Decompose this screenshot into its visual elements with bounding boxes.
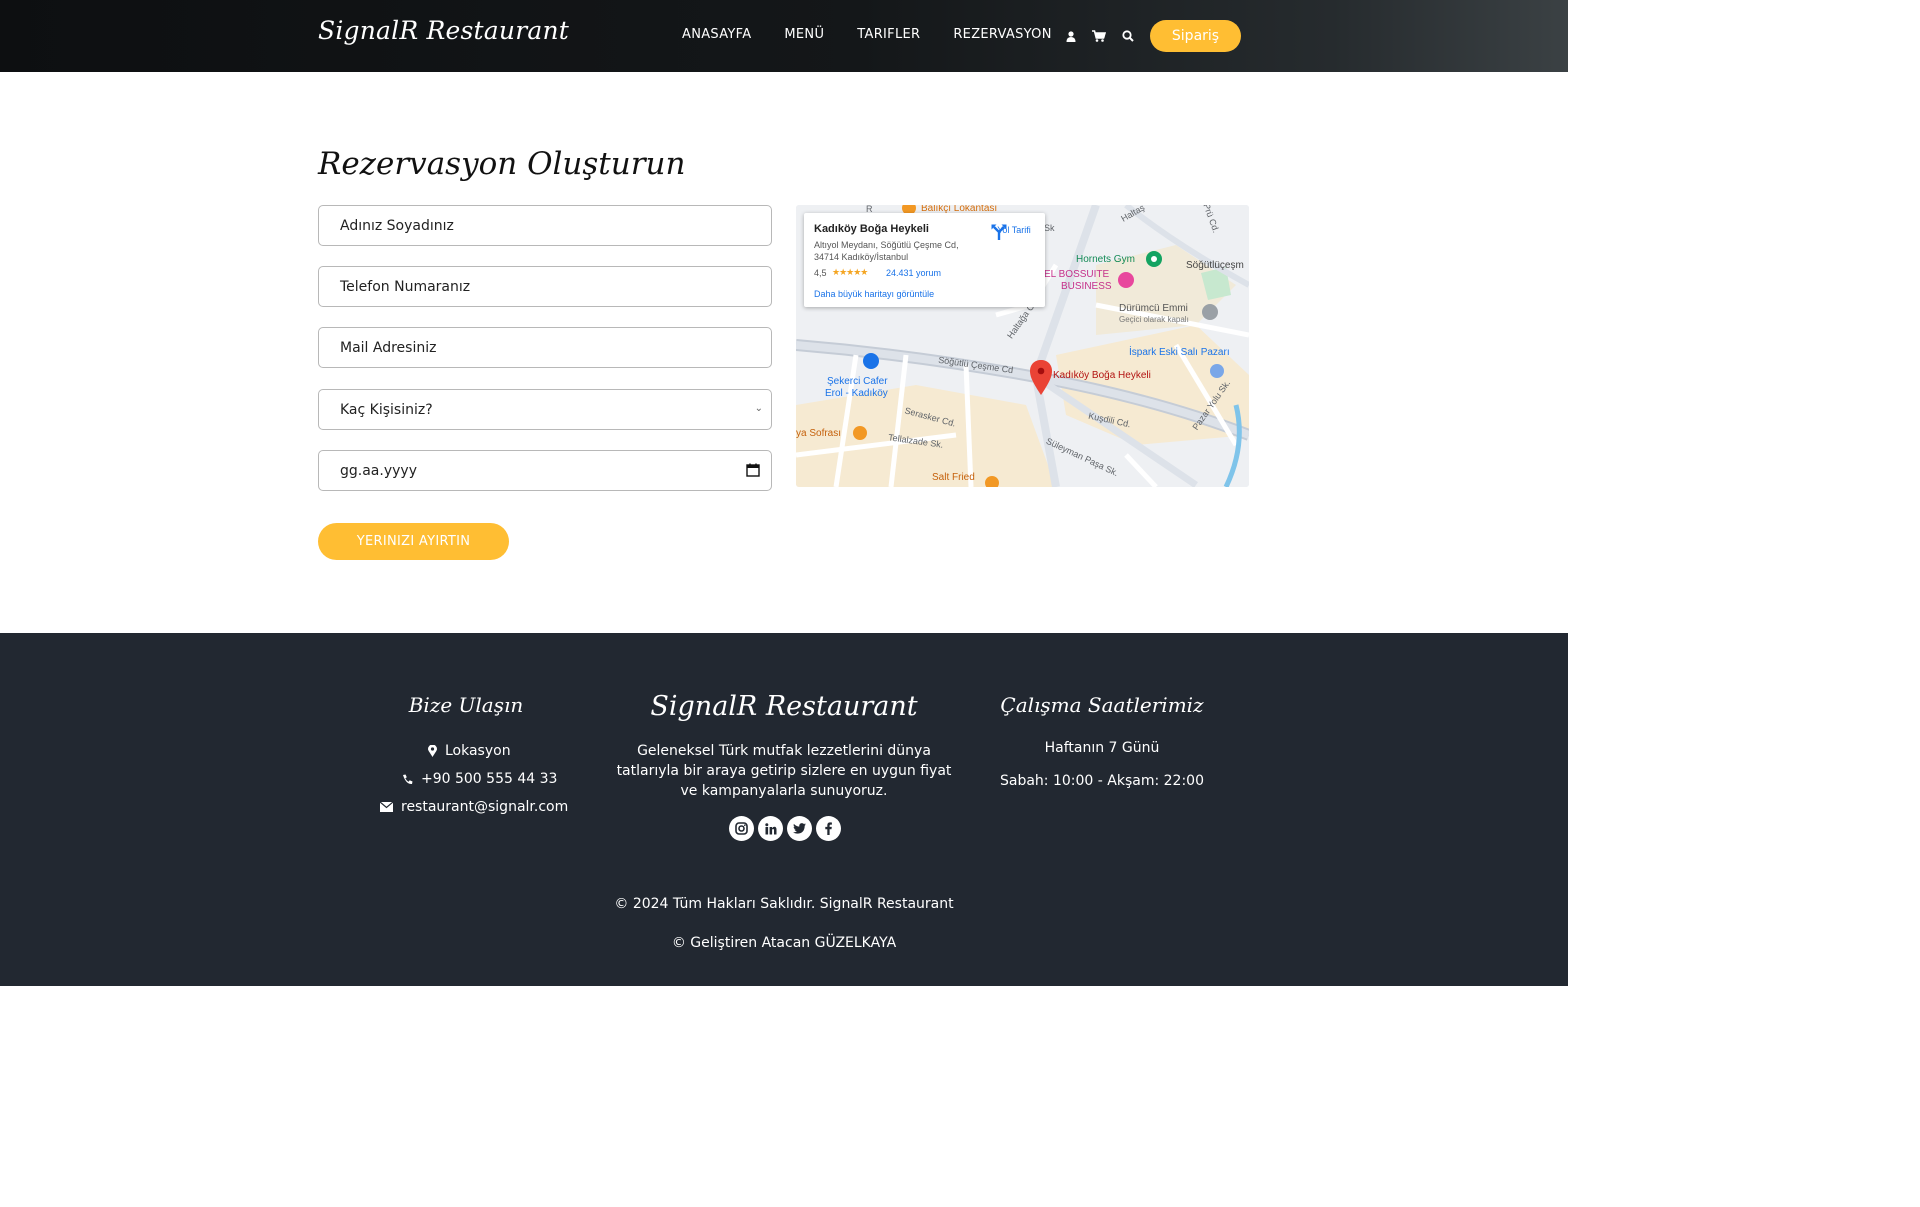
- search-icon[interactable]: [1119, 26, 1137, 46]
- facebook-icon[interactable]: [816, 816, 841, 841]
- contact-location-text: Lokasyon: [445, 743, 511, 759]
- map-directions-button[interactable]: Yol Tarifi: [990, 223, 1038, 240]
- calendar-icon[interactable]: [746, 463, 760, 477]
- map-label-saltfried: Salt Fried: [932, 472, 975, 483]
- hours-title: Çalışma Saatlerimiz: [1000, 693, 1204, 717]
- map-address-line-1: Altıyol Meydanı, Söğütlü Çeşme Cd,: [814, 240, 959, 250]
- footer-description-line-3: ve kampanyalarla sunuyoruz.: [680, 783, 888, 799]
- date-input[interactable]: gg.aa.yyyy: [318, 450, 772, 491]
- developer-credit: © Geliştiren Atacan GÜZELKAYA: [671, 935, 897, 951]
- phone-placeholder: Telefon Numaranız: [340, 278, 471, 295]
- map-label-bossuite: EL BOSSUITE: [1044, 269, 1110, 280]
- footer-brand: SignalR Restaurant: [650, 691, 918, 722]
- copyright: © 2024 Tüm Hakları Saklıdır. SignalR Res…: [614, 896, 954, 912]
- map-place-card: Kadıköy Boğa Heykeli Altıyol Meydanı, Sö…: [804, 213, 1045, 307]
- name-input[interactable]: Adınız Soyadınız: [318, 205, 772, 246]
- map-reviews-link[interactable]: 24.431 yorum: [886, 268, 941, 278]
- map-label-sogutlu: Söğütlüçeşm: [1186, 260, 1244, 271]
- map-place-name: Kadıköy Boğa Heykeli: [814, 223, 929, 235]
- contact-location[interactable]: Lokasyon: [428, 743, 511, 759]
- contact-phone[interactable]: +90 500 555 44 33: [402, 771, 557, 787]
- name-placeholder: Adınız Soyadınız: [340, 217, 454, 234]
- map-rating-stars: ★★★★★: [832, 267, 868, 277]
- map-address-line-2: 34714 Kadıköy/İstanbul: [814, 252, 909, 262]
- date-placeholder: gg.aa.yyyy: [340, 462, 417, 479]
- main-nav: ANASAYFA MENÜ TARIFLER REZERVASYON: [682, 27, 1085, 42]
- phone-icon: [403, 774, 413, 784]
- location-pin-icon: [428, 745, 437, 757]
- map-label-sofrasi: ya Sofrası: [796, 428, 842, 439]
- contact-phone-text: +90 500 555 44 33: [421, 771, 558, 787]
- chevron-down-icon: ⌄: [754, 403, 763, 414]
- email-placeholder: Mail Adresiniz: [340, 339, 437, 356]
- linkedin-icon[interactable]: [758, 816, 783, 841]
- site-header: SignalR Restaurant ANASAYFA MENÜ TARIFLE…: [0, 0, 1568, 72]
- map-label-business: BUSINESS: [1061, 281, 1112, 292]
- guest-count-select[interactable]: Kaç Kişisiniz? ⌄: [318, 389, 772, 430]
- map-rating: 4,5: [814, 268, 827, 278]
- hours-time: Sabah: 10:00 - Akşam: 22:00: [1000, 773, 1204, 789]
- map-label-sk: Sk: [1044, 223, 1055, 233]
- brand-logo[interactable]: SignalR Restaurant: [318, 16, 569, 45]
- social-links: [729, 816, 845, 841]
- footer-description-line-1: Geleneksel Türk mutfak lezzetlerini düny…: [637, 743, 931, 759]
- contact-email[interactable]: restaurant@signalr.com: [380, 799, 568, 815]
- map-label-sekerci-2: Erol - Kadıköy: [825, 388, 888, 399]
- map-label-gecici: Geçici olarak kapalı: [1119, 315, 1189, 324]
- footer-description: Geleneksel Türk mutfak lezzetlerini düny…: [614, 741, 954, 801]
- email-input[interactable]: Mail Adresiniz: [318, 327, 772, 368]
- map-label-durumcu: Dürümcü Emmi: [1119, 303, 1188, 314]
- site-footer: Bize Ulaşın Lokasyon +90 500 555 44 33 r…: [0, 633, 1568, 986]
- instagram-icon[interactable]: [729, 816, 754, 841]
- order-button[interactable]: Sipariş: [1150, 20, 1241, 52]
- nav-menu[interactable]: MENÜ: [784, 27, 824, 42]
- contact-email-text: restaurant@signalr.com: [401, 799, 569, 815]
- cart-icon[interactable]: [1090, 26, 1108, 46]
- map-larger-link[interactable]: Daha büyük haritayı görüntüle: [814, 289, 934, 299]
- map-label-hornets: Hornets Gym: [1076, 254, 1135, 265]
- map-label-sekerci-1: Şekerci Cafer: [827, 376, 888, 387]
- guest-count-value: Kaç Kişisiniz?: [340, 401, 433, 418]
- footer-description-line-2: tatlarıyla bir araya getirip sizlere en …: [616, 763, 952, 779]
- map-label-ispark: İspark Eski Salı Pazarı: [1129, 347, 1230, 358]
- nav-recipes[interactable]: TARIFLER: [857, 27, 920, 42]
- nav-home[interactable]: ANASAYFA: [682, 27, 751, 42]
- envelope-icon: [380, 802, 393, 812]
- phone-input[interactable]: Telefon Numaranız: [318, 266, 772, 307]
- map-place-address: Altıyol Meydanı, Söğütlü Çeşme Cd, 34714…: [814, 239, 984, 263]
- reserve-button[interactable]: YERINIZI AYIRTIN: [318, 523, 509, 560]
- map-embed[interactable]: Balıkçı Lokantası Haltaş Prü Cd. Hornets…: [796, 205, 1249, 487]
- twitter-icon[interactable]: [787, 816, 812, 841]
- reservation-title: Rezervasyon Oluşturun: [318, 146, 686, 182]
- hours-days: Haftanın 7 Günü: [1044, 740, 1160, 756]
- user-icon[interactable]: [1062, 26, 1080, 46]
- contact-title: Bize Ulaşın: [408, 693, 524, 717]
- directions-icon: [991, 224, 1007, 240]
- map-label-pin: Kadıköy Boğa Heykeli: [1053, 370, 1151, 381]
- nav-reservation[interactable]: REZERVASYON: [953, 27, 1051, 42]
